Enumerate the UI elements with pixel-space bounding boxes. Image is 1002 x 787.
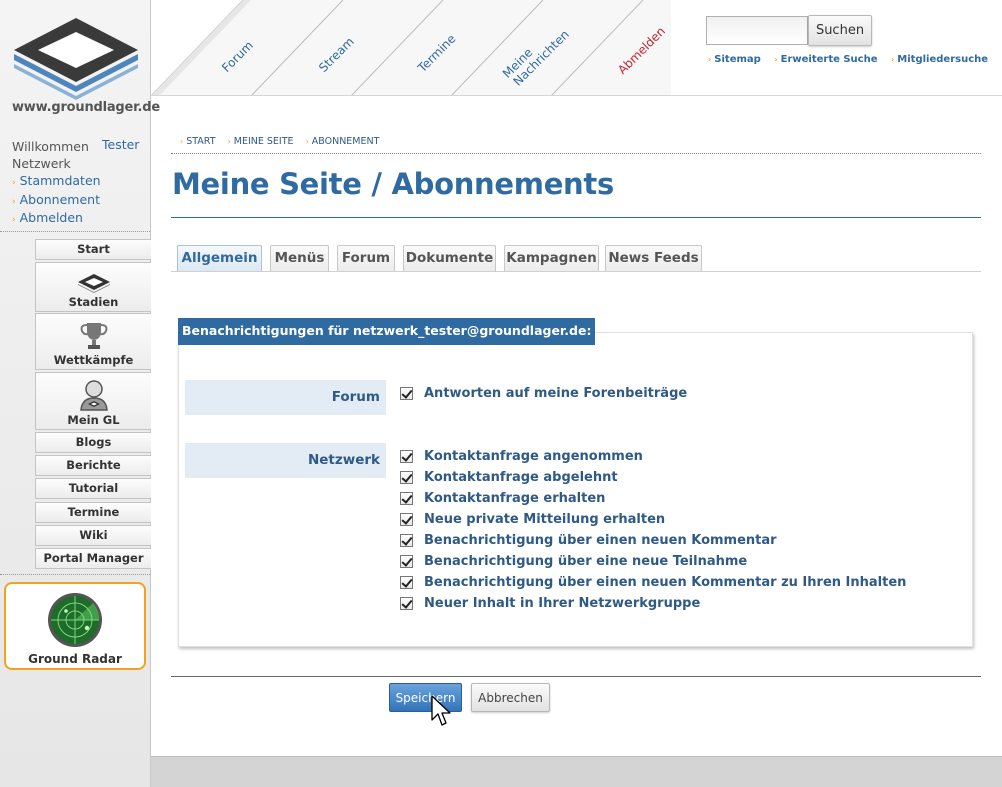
option-netzwerk-8[interactable]: Neuer Inhalt in Ihrer Netzwerkgruppe bbox=[400, 594, 700, 612]
group-label-netzwerk: Netzwerk bbox=[185, 443, 386, 478]
checkbox[interactable] bbox=[400, 470, 413, 484]
checkbox[interactable] bbox=[400, 533, 413, 547]
breadcrumb: › START › MEINE SEITE › ABONNEMENT bbox=[180, 136, 388, 147]
arrow-icon: › bbox=[708, 55, 712, 64]
divider bbox=[171, 217, 981, 218]
radar-icon bbox=[48, 593, 102, 647]
checkbox[interactable] bbox=[400, 596, 413, 610]
tab-news-feeds[interactable]: News Feeds bbox=[605, 245, 702, 271]
mouse-cursor-icon bbox=[431, 695, 451, 726]
arrow-icon: › bbox=[774, 55, 778, 64]
nav-start[interactable]: Start bbox=[35, 239, 151, 260]
breadcrumb-start[interactable]: START bbox=[186, 136, 215, 147]
search-button[interactable]: Suchen bbox=[808, 15, 872, 46]
nav-tutorial[interactable]: Tutorial bbox=[35, 478, 151, 499]
ground-radar-button[interactable]: Ground Radar bbox=[4, 582, 146, 670]
option-netzwerk-3[interactable]: Kontaktanfrage erhalten bbox=[400, 489, 605, 507]
tab-dokumente[interactable]: Dokumente bbox=[403, 245, 496, 271]
divider bbox=[0, 574, 150, 575]
username-link[interactable]: Tester bbox=[102, 137, 139, 152]
divider bbox=[171, 271, 981, 272]
logo-text: www.groundlager.de bbox=[12, 100, 160, 115]
save-button[interactable]: Speichern bbox=[389, 683, 462, 712]
search-input[interactable] bbox=[706, 16, 808, 45]
account-links: › Stammdaten › Abonnement › Abmelden bbox=[12, 173, 101, 229]
checkbox[interactable] bbox=[400, 575, 413, 589]
breadcrumb-meine-seite[interactable]: MEINE SEITE bbox=[234, 136, 294, 147]
option-netzwerk-1[interactable]: Kontaktanfrage angenommen bbox=[400, 447, 643, 465]
trophy-icon bbox=[80, 323, 107, 349]
header: Forum Stream Termine Meine Nachrichten A… bbox=[151, 0, 1002, 96]
arrow-icon: › bbox=[305, 137, 309, 146]
arrow-icon: › bbox=[12, 215, 16, 225]
link-sitemap[interactable]: Sitemap bbox=[714, 54, 761, 65]
option-forum-antworten[interactable]: Antworten auf meine Forenbeiträge bbox=[400, 384, 687, 402]
groundlager-logo[interactable] bbox=[8, 14, 144, 104]
breadcrumb-abonnement[interactable]: ABONNEMENT bbox=[312, 136, 380, 147]
arrow-icon: › bbox=[12, 178, 16, 188]
stadium-icon bbox=[77, 274, 110, 293]
checkbox[interactable] bbox=[400, 512, 413, 526]
nav-berichte[interactable]: Berichte bbox=[35, 455, 151, 476]
arrow-icon: › bbox=[12, 196, 16, 207]
header-tab-strip bbox=[151, 0, 671, 95]
checkbox[interactable] bbox=[400, 554, 413, 568]
link-erweiterte-suche[interactable]: Erweiterte Suche bbox=[781, 54, 878, 65]
footer bbox=[151, 756, 1002, 787]
cancel-button[interactable]: Abbrechen bbox=[471, 683, 550, 712]
divider bbox=[171, 153, 981, 154]
welcome-text: Willkommen bbox=[12, 139, 89, 154]
option-netzwerk-5[interactable]: Benachrichtigung über einen neuen Kommen… bbox=[400, 531, 777, 549]
arrow-icon: › bbox=[891, 55, 895, 64]
nav-wettkaempfe[interactable]: Wettkämpfe bbox=[35, 313, 151, 370]
network-label: Netzwerk bbox=[12, 156, 71, 171]
option-netzwerk-7[interactable]: Benachrichtigung über einen neuen Kommen… bbox=[400, 573, 906, 591]
link-abonnement[interactable]: › Abonnement bbox=[12, 192, 101, 211]
tab-menues[interactable]: Menüs bbox=[270, 245, 329, 271]
header-links: › Sitemap › Erweiterte Suche › Mitgliedersu… bbox=[708, 54, 998, 65]
checkbox[interactable] bbox=[400, 491, 413, 505]
checkbox[interactable] bbox=[400, 386, 413, 400]
nav-portal-manager[interactable]: Portal Manager bbox=[35, 548, 151, 569]
nav-stadien[interactable]: Stadien bbox=[35, 262, 151, 312]
nav-mein-gl[interactable]: Mein GL bbox=[35, 372, 151, 430]
option-netzwerk-4[interactable]: Neue private Mitteilung erhalten bbox=[400, 510, 665, 528]
checkbox[interactable] bbox=[400, 449, 413, 463]
link-stammdaten[interactable]: › Stammdaten bbox=[12, 173, 101, 192]
link-mitgliedersuche[interactable]: Mitgliedersuche bbox=[897, 54, 988, 65]
ground-radar-label: Ground Radar bbox=[28, 652, 122, 666]
arrow-icon: › bbox=[180, 137, 184, 146]
divider bbox=[0, 231, 150, 232]
option-netzwerk-6[interactable]: Benachrichtigung über eine neue Teilnahm… bbox=[400, 552, 747, 570]
nav-blogs[interactable]: Blogs bbox=[35, 432, 151, 453]
divider bbox=[171, 676, 981, 677]
arrow-icon: › bbox=[227, 137, 231, 146]
tab-kampagnen[interactable]: Kampagnen bbox=[504, 245, 599, 271]
page-title: Meine Seite / Abonnements bbox=[172, 167, 614, 201]
sidebar: www.groundlager.de Willkommen Tester Net… bbox=[0, 0, 160, 787]
user-icon bbox=[79, 380, 108, 411]
panel-heading: Benachrichtigungen für netzwerk_tester@g… bbox=[178, 318, 596, 345]
tab-forum-page[interactable]: Forum bbox=[337, 245, 395, 271]
nav-wiki[interactable]: Wiki bbox=[35, 525, 151, 546]
nav-termine[interactable]: Termine bbox=[35, 502, 151, 523]
link-abmelden[interactable]: › Abmelden bbox=[12, 210, 101, 229]
group-label-forum: Forum bbox=[185, 380, 386, 415]
option-netzwerk-2[interactable]: Kontaktanfrage abgelehnt bbox=[400, 468, 618, 486]
tab-allgemein[interactable]: Allgemein bbox=[177, 245, 262, 271]
